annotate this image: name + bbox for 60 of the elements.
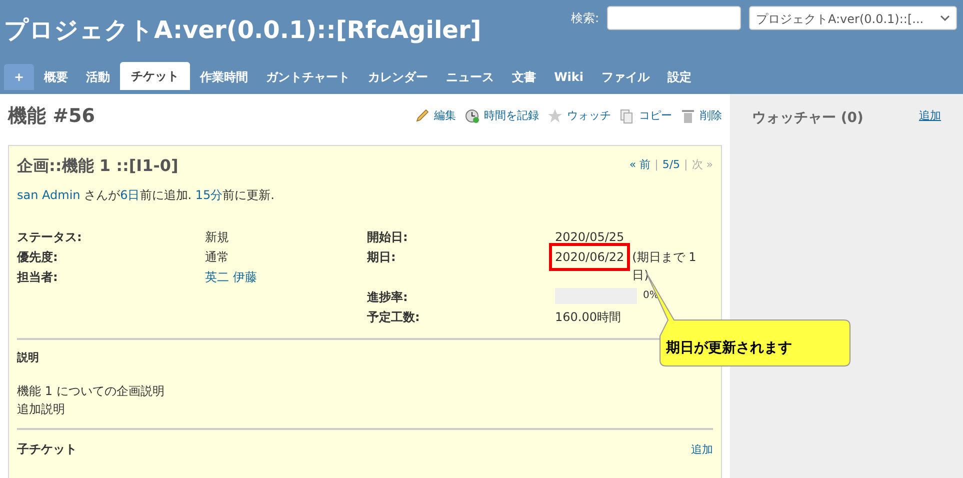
field-value: 160.00時間: [555, 308, 621, 326]
issue-subject: 企画::機能 1 ::[I1-0]: [17, 154, 178, 176]
field-label: 優先度:: [17, 248, 59, 266]
nav-tab[interactable]: 活動: [78, 64, 118, 90]
action-link[interactable]: 削除: [700, 108, 722, 124]
nav-tab[interactable]: ファイル: [594, 64, 658, 90]
add-link[interactable]: 追加: [691, 442, 713, 458]
pager-link: 次 »: [692, 157, 713, 174]
meta-text: 前に追加.: [140, 186, 193, 204]
meta-text: さんが: [83, 186, 120, 204]
meta-text: 前に更新.: [222, 186, 274, 204]
field-value: 通常: [205, 248, 229, 266]
nav-tab[interactable]: 文書: [504, 64, 544, 90]
clock-icon[interactable]: [464, 108, 480, 124]
section-heading: 子チケット: [17, 441, 77, 458]
author-link[interactable]: 6日: [120, 186, 140, 204]
project-title: プロジェクトA:ver(0.0.1)::[RfcAgiler]: [4, 15, 482, 46]
separator: |: [684, 157, 688, 174]
callout-text: 期日が更新されます: [666, 338, 792, 358]
project-select[interactable]: プロジェクトA:ver(0.0.1)::[...: [749, 6, 957, 30]
watchers-heading: ウォッチャー (0): [752, 109, 864, 128]
pager-link[interactable]: « 前: [629, 157, 651, 174]
separator: |: [654, 157, 658, 174]
issue-title: 機能 #56: [8, 104, 95, 129]
field-value: 2020/06/22: [549, 242, 630, 270]
author-link[interactable]: 15分: [195, 186, 223, 204]
trash-icon[interactable]: [680, 108, 696, 124]
nav-tab[interactable]: 概要: [36, 64, 76, 90]
author-link[interactable]: san Admin: [17, 186, 80, 204]
nav-tab[interactable]: ガントチャート: [258, 64, 358, 90]
pencil-icon[interactable]: [414, 108, 430, 124]
nav-tab[interactable]: Wiki: [546, 64, 592, 90]
search-field[interactable]: [607, 6, 741, 30]
nav-tab[interactable]: カレンダー: [360, 64, 436, 90]
nav-tab[interactable]: チケット: [120, 62, 190, 90]
star-icon[interactable]: [547, 108, 563, 124]
section-heading: 説明: [17, 350, 40, 366]
field-label: 担当者:: [17, 268, 59, 286]
chevron-down-icon: [940, 13, 950, 23]
field-label: ステータス:: [17, 228, 83, 246]
nav-tab[interactable]: 作業時間: [192, 64, 256, 90]
action-link[interactable]: ウォッチ: [567, 108, 611, 124]
search-label: 検索:: [570, 10, 599, 27]
field-label: 進捗率:: [367, 288, 409, 306]
pager-link[interactable]: 5/5: [662, 157, 680, 174]
field-label: 予定工数:: [367, 308, 421, 326]
add-link[interactable]: 追加: [919, 108, 941, 124]
nav-tab[interactable]: 設定: [660, 64, 700, 90]
field-value: 2020/05/25: [555, 228, 624, 246]
action-link[interactable]: 時間を記録: [484, 108, 539, 124]
description-text: 追加説明: [17, 401, 66, 418]
action-link[interactable]: コピー: [639, 108, 672, 124]
assignee-link[interactable]: 英二 伊藤: [205, 268, 257, 288]
action-link[interactable]: 編集: [434, 108, 456, 124]
field-label: 期日:: [367, 248, 397, 266]
copy-icon[interactable]: [619, 108, 635, 124]
nav-tab[interactable]: ニュース: [438, 64, 502, 90]
field-value: 新規: [205, 228, 229, 246]
description-text: 機能 1 についての企画説明: [17, 383, 166, 400]
field-label: 開始日:: [367, 228, 409, 246]
